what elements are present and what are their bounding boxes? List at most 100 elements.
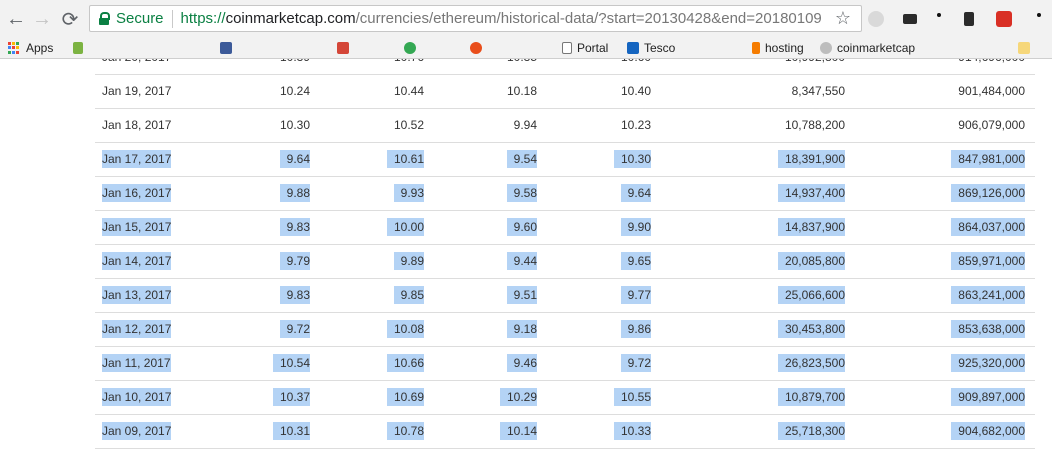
extension-icon[interactable] (996, 11, 1012, 27)
table-row: Jan 13, 2017 9.83 9.85 9.51 9.77 25,066,600 86… (95, 279, 1035, 313)
table-row: Jan 09, 2017 10.31 10.78 10.14 10.33 25,718,3… (95, 415, 1035, 449)
bookmark-star-icon[interactable]: ☆ (835, 8, 851, 29)
bookmark-item[interactable] (220, 40, 237, 56)
bookmark-item-tesco[interactable]: Tesco (627, 40, 675, 56)
low-price-value: 10.35 (507, 59, 537, 64)
date-text: Jan 12, 2017 (102, 320, 172, 338)
market-cap-value: 859,971,000 (951, 252, 1025, 270)
bookmark-item-coinmarketcap[interactable]: coinmarketcap (820, 40, 915, 56)
bookmark-item[interactable] (73, 40, 88, 56)
bookmark-item[interactable] (404, 40, 421, 56)
high-price-cell: 10.69 (386, 381, 424, 414)
market-cap-value: 904,682,000 (951, 422, 1025, 440)
bookmarks-bar: Apps Portal Tesco hosting coinmarketcap (0, 38, 1052, 59)
bookmark-favicon-icon (752, 42, 760, 54)
low-price-value: 9.51 (506, 286, 537, 304)
back-button[interactable]: ← (4, 7, 28, 31)
market-cap-value: 853,638,000 (951, 320, 1025, 338)
close-price-value: 9.90 (620, 218, 651, 236)
market-cap-cell: 904,682,000 (951, 415, 1025, 448)
bookmark-item[interactable] (337, 40, 354, 56)
high-price-value: 10.76 (394, 59, 424, 64)
open-price-value: 9.83 (279, 286, 310, 304)
low-price-value: 9.18 (506, 320, 537, 338)
open-price-cell: 10.54 (272, 347, 310, 380)
market-cap-value: 864,037,000 (951, 218, 1025, 236)
open-price-cell: 9.64 (279, 143, 310, 176)
address-separator (171, 9, 173, 28)
volume-cell: 10,992,800 (785, 59, 845, 74)
open-price-cell: 10.31 (272, 415, 310, 448)
gmail-icon (337, 42, 349, 54)
table-row: Jan 20, 2017 10.39 10.76 10.35 10.60 10,992,8… (95, 59, 1035, 75)
volume-value: 30,453,800 (777, 320, 845, 338)
table-row: Jan 16, 2017 9.88 9.93 9.58 9.64 14,937,400 86… (95, 177, 1035, 211)
back-arrow-icon: ← (6, 7, 26, 30)
address-bar[interactable]: Secure https://coinmarketcap.com/currenc… (89, 5, 862, 32)
open-price-value: 9.88 (279, 184, 310, 202)
high-price-cell: 10.52 (394, 109, 424, 142)
high-price-cell: 10.76 (394, 59, 424, 74)
close-price-value: 9.64 (620, 184, 651, 202)
market-cap-cell: 853,638,000 (951, 313, 1025, 346)
bookmark-item-hosting[interactable]: hosting (752, 40, 804, 56)
low-price-cell: 9.44 (506, 245, 537, 278)
reload-button[interactable]: ⟳ (58, 7, 82, 31)
high-price-cell: 10.61 (386, 143, 424, 176)
volume-cell: 10,879,700 (777, 381, 845, 414)
open-price-cell: 9.88 (279, 177, 310, 210)
close-price-value: 9.77 (620, 286, 651, 304)
table-row: Jan 18, 2017 10.30 10.52 9.94 10.23 10,788,20… (95, 109, 1035, 143)
volume-value: 18,391,900 (777, 150, 845, 168)
extension-icon[interactable] (937, 13, 941, 17)
low-price-value: 9.60 (506, 218, 537, 236)
forward-button[interactable]: → (30, 7, 54, 31)
bookmark-item-portal[interactable]: Portal (562, 40, 608, 56)
close-price-cell: 9.65 (620, 245, 651, 278)
bookmark-label: hosting (765, 41, 804, 55)
market-cap-cell: 914,696,000 (958, 59, 1025, 74)
bookmark-favicon-icon (820, 42, 832, 54)
open-price-value: 10.24 (279, 84, 310, 98)
close-price-value: 10.23 (620, 118, 651, 132)
extension-icon[interactable] (1037, 13, 1041, 17)
date-cell: Jan 17, 2017 (102, 143, 172, 176)
bookmark-folder[interactable] (1018, 40, 1035, 56)
table-row: Jan 10, 2017 10.37 10.69 10.29 10.55 10,879,7… (95, 381, 1035, 415)
low-price-cell: 9.46 (506, 347, 537, 380)
volume-value: 14,837,900 (777, 218, 845, 236)
date-text: Jan 17, 2017 (102, 150, 172, 168)
tesco-icon (627, 42, 639, 54)
checkmark-icon (73, 42, 83, 54)
low-price-value: 10.29 (499, 388, 537, 406)
lock-icon (99, 12, 110, 25)
high-price-value: 10.00 (386, 218, 424, 236)
high-price-value: 10.52 (393, 118, 424, 132)
low-price-cell: 9.60 (506, 211, 537, 244)
close-price-cell: 10.55 (613, 381, 651, 414)
bookmark-item[interactable] (470, 40, 487, 56)
extension-icon[interactable] (964, 12, 974, 26)
table-row: Jan 15, 2017 9.83 10.00 9.60 9.90 14,837,900 8… (95, 211, 1035, 245)
extension-icon[interactable] (868, 11, 884, 27)
low-price-cell: 9.94 (514, 109, 537, 142)
market-cap-value: 847,981,000 (951, 150, 1025, 168)
low-price-cell: 10.18 (507, 75, 537, 108)
open-price-cell: 10.37 (272, 381, 310, 414)
bookmark-favicon-icon (404, 42, 416, 54)
forward-arrow-icon: → (32, 7, 52, 30)
extension-icon[interactable] (903, 14, 917, 24)
date-cell: Jan 19, 2017 (102, 75, 171, 108)
apps-bookmark[interactable]: Apps (8, 40, 53, 56)
volume-value: 8,347,550 (791, 84, 845, 98)
date-text: Jan 18, 2017 (102, 118, 172, 132)
close-price-cell: 9.72 (620, 347, 651, 380)
date-cell: Jan 20, 2017 (102, 59, 171, 74)
close-price-value: 9.65 (620, 252, 651, 270)
bookmark-label: Tesco (644, 41, 676, 55)
low-price-value: 9.54 (506, 150, 537, 168)
volume-cell: 14,937,400 (777, 177, 845, 210)
date-cell: Jan 13, 2017 (102, 279, 172, 312)
market-cap-value: 863,241,000 (951, 286, 1025, 304)
open-price-cell: 10.39 (280, 59, 310, 74)
